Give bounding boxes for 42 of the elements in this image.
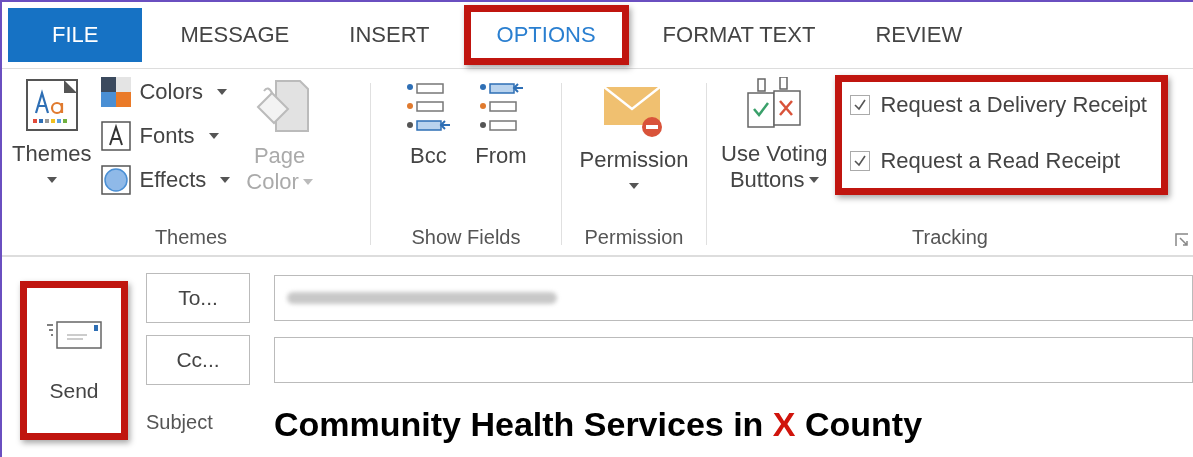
ribbon-tab[interactable]: FILE	[8, 8, 143, 62]
send-button[interactable]: Send	[27, 288, 121, 433]
colors-button[interactable]: Colors	[101, 77, 231, 107]
font-icon	[101, 121, 132, 151]
caret-icon	[302, 179, 313, 185]
checkbox-option[interactable]: Request a Read Receipt	[850, 148, 1147, 174]
caret-icon	[46, 177, 57, 183]
group-label: Themes	[154, 226, 228, 250]
group-label: Permission	[584, 226, 684, 250]
themes-icon	[23, 77, 80, 133]
dialog-launcher-icon[interactable]	[1175, 233, 1189, 247]
caret-icon	[208, 133, 219, 139]
cc-button[interactable]: Cc...	[146, 335, 250, 385]
permission-button[interactable]: Permission	[579, 83, 689, 189]
voting-buttons-button[interactable]: Use Voting Buttons	[721, 77, 828, 193]
to-field[interactable]	[274, 275, 1193, 321]
bcc-button[interactable]: Bcc	[405, 81, 452, 169]
group-label: Tracking	[912, 226, 988, 250]
checkbox[interactable]	[850, 151, 871, 171]
checkbox[interactable]	[850, 95, 871, 115]
caret-icon	[220, 177, 231, 183]
subject-field[interactable]: Community Health Services in X County	[274, 401, 1193, 444]
circle-icon	[101, 165, 132, 195]
ribbon-tab[interactable]: FORMAT TEXT	[632, 8, 846, 62]
ribbon-tab[interactable]: INSERT	[319, 8, 460, 62]
subject-label: Subject	[146, 411, 214, 434]
cc-field[interactable]	[274, 337, 1193, 383]
fonts-button[interactable]: Fonts	[101, 121, 231, 151]
effects-button[interactable]: Effects	[101, 165, 231, 195]
from-button[interactable]: From	[475, 81, 527, 169]
color-swatch-icon	[101, 77, 132, 107]
themes-button[interactable]: Themes	[12, 77, 92, 183]
caret-icon	[217, 89, 228, 95]
group-label: Show Fields	[411, 226, 521, 250]
caret-icon	[629, 183, 639, 189]
to-button[interactable]: To...	[146, 273, 250, 323]
ribbon-tab[interactable]: REVIEW	[845, 8, 993, 62]
caret-icon	[808, 177, 819, 183]
ribbon-tab[interactable]: MESSAGE	[150, 8, 320, 62]
ribbon-tab[interactable]: OPTIONS	[470, 12, 622, 58]
checkbox-option[interactable]: Request a Delivery Receipt	[850, 92, 1147, 118]
envelope-icon	[45, 318, 103, 351]
